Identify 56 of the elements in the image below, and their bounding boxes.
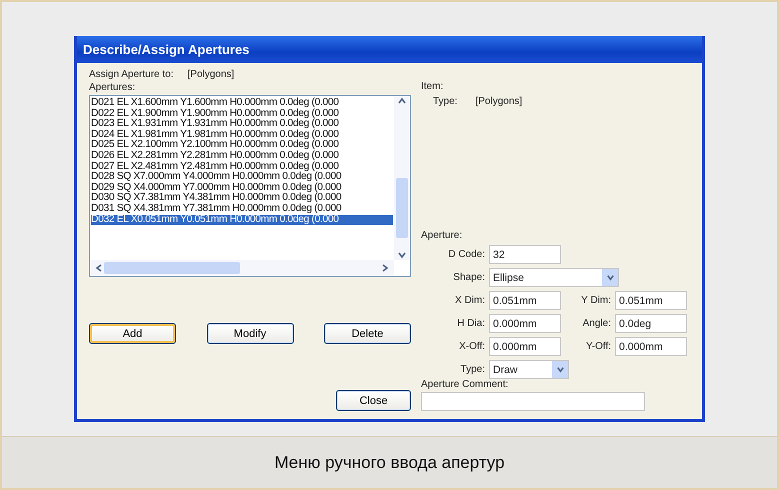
field-label: X Dim:	[454, 295, 486, 306]
list-item[interactable]: D028 SQ X7.000mm Y4.000mm H0.000mm 0.0deg (0.000	[91, 172, 393, 183]
horizontal-scrollbar[interactable]	[90, 260, 394, 276]
dialog-button[interactable]: Modify	[206, 323, 294, 344]
comment-field[interactable]	[421, 392, 645, 411]
type-dropdown[interactable]: Draw	[489, 360, 569, 379]
field-label: Shape:	[452, 272, 486, 283]
list-item[interactable]: D022 EL X1.900mm Y1.900mm H0.000mm 0.0deg (0.000	[91, 108, 393, 120]
dropdown-button[interactable]	[602, 269, 618, 286]
dialog-button[interactable]: Delete	[324, 323, 411, 344]
list-item[interactable]: D030 SQ X7.381mm Y4.381mm H0.000mm 0.0deg (0.000	[91, 193, 393, 204]
list-item[interactable]: D024 EL X1.981mm Y1.981mm H0.000mm 0.0deg (0.000	[91, 130, 393, 140]
text-field[interactable]: 32	[489, 245, 561, 264]
field-label: Y-Off:	[584, 341, 612, 352]
scroll-up-icon[interactable]	[397, 96, 407, 106]
field-label: D Code:	[447, 249, 486, 260]
text-field[interactable]: 0.000mm	[489, 314, 561, 333]
apertures-label: Apertures:	[89, 82, 136, 93]
item-label: Item:	[421, 81, 444, 92]
close-button[interactable]: Close	[336, 390, 411, 411]
list-item[interactable]: D026 EL X2.281mm Y2.281mm H0.000mm 0.0deg (0.000	[91, 150, 393, 162]
chevron-down-icon	[556, 365, 564, 374]
assign-label: Assign Aperture to:	[89, 69, 174, 80]
field-label: Type:	[460, 364, 486, 375]
list-item[interactable]: D021 EL X1.600mm Y1.600mm H0.000mm 0.0deg (0.000	[91, 98, 393, 109]
field-label: X-Off:	[458, 341, 486, 352]
list-item[interactable]: D025 EL X2.100mm Y2.100mm H0.000mm 0.0deg (0.000	[91, 140, 393, 151]
aperture-label: Aperture:	[421, 230, 462, 241]
dropdown-button[interactable]	[552, 361, 568, 378]
type-value: [Polygons]	[475, 96, 522, 107]
text-field[interactable]: 0.051mm	[489, 291, 561, 310]
field-label: H Dia:	[456, 318, 486, 329]
text-field[interactable]: 0.000mm	[489, 337, 561, 356]
chevron-down-icon	[606, 273, 614, 282]
comment-label: Aperture Comment:	[421, 379, 508, 390]
text-field[interactable]: 0.0deg	[615, 314, 687, 333]
field-label: Angle:	[582, 318, 612, 329]
list-item[interactable]: D031 SQ X4.381mm Y7.381mm H0.000mm 0.0deg (0.000	[91, 204, 393, 215]
apertures-list[interactable]	[89, 95, 411, 277]
vertical-scrollbar[interactable]	[394, 96, 410, 260]
scroll-down-icon[interactable]	[397, 250, 407, 260]
list-item[interactable]: D029 SQ X4.000mm Y7.000mm H0.000mm 0.0deg (0.000	[91, 182, 393, 194]
text-field[interactable]: 0.000mm	[615, 337, 687, 356]
list-item[interactable]: D032 EL X0.051mm Y0.051mm H0.000mm 0.0deg (0.000	[91, 214, 393, 226]
shape-dropdown[interactable]: Ellipse	[489, 268, 619, 287]
field-label: Y Dim:	[580, 295, 612, 306]
dialog-button[interactable]: Add	[89, 323, 176, 344]
window-title: Describe/Assign Apertures	[77, 36, 702, 63]
figure-caption: Меню ручного ввода апертур	[2, 436, 777, 488]
type-label: Type:	[433, 96, 458, 107]
scroll-right-icon[interactable]	[380, 263, 390, 273]
list-item[interactable]: D027 EL X2.481mm Y2.481mm H0.000mm 0.0deg (0.000	[91, 162, 393, 172]
scroll-left-icon[interactable]	[94, 263, 104, 273]
text-field[interactable]: 0.051mm	[615, 291, 687, 310]
assign-value: [Polygons]	[188, 69, 234, 80]
list-item[interactable]: D023 EL X1.931mm Y1.931mm H0.000mm 0.0deg (0.000	[91, 119, 393, 130]
